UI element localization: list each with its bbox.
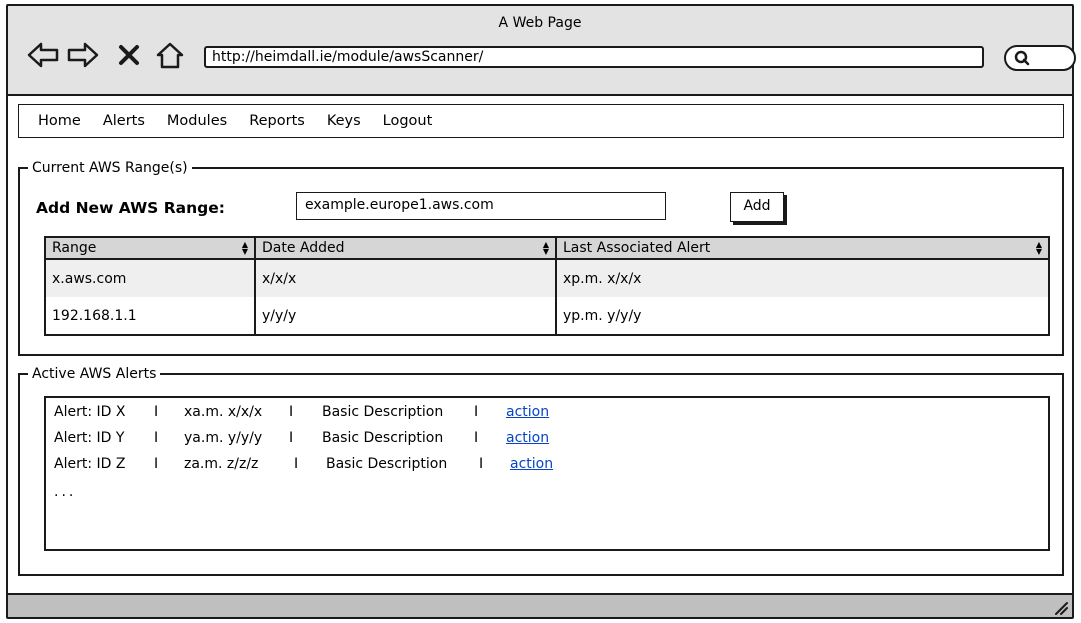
menu-item-reports[interactable]: Reports <box>249 113 305 129</box>
sort-icon[interactable]: ▲ ▼ <box>242 241 248 256</box>
alert-description: Basic Description <box>322 430 444 446</box>
ranges-table: Range ▲ ▼ Date Added ▲ ▼ Last Associated A… <box>44 236 1050 336</box>
separator: I <box>479 456 484 472</box>
cell-range: 192.168.1.1 <box>45 297 256 335</box>
address-bar-url: http://heimdall.ie/module/awsScanner/ <box>212 49 484 65</box>
menu-item-keys[interactable]: Keys <box>327 113 361 129</box>
forward-arrow-icon[interactable] <box>66 40 100 70</box>
cell-date-added: x/x/x <box>255 259 557 297</box>
separator: I <box>154 456 159 472</box>
column-header-date-added[interactable]: Date Added ▲ ▼ <box>255 237 557 260</box>
range-input[interactable]: example.europe1.aws.com <box>296 192 666 220</box>
menu-item-alerts[interactable]: Alerts <box>103 113 145 129</box>
column-header-range[interactable]: Range ▲ ▼ <box>45 237 256 260</box>
menu-item-logout[interactable]: Logout <box>383 113 433 129</box>
add-range-label: Add New AWS Range: <box>36 199 225 217</box>
column-header-label: Range <box>52 240 97 256</box>
more-indicator: ... <box>54 484 77 500</box>
search-icon <box>1014 50 1030 66</box>
table-row[interactable]: 192.168.1.1 y/y/y yp.m. y/y/y <box>45 297 1049 335</box>
column-header-last-alert[interactable]: Last Associated Alert ▲ ▼ <box>556 237 1049 260</box>
alert-action-link[interactable]: action <box>506 404 549 420</box>
separator: I <box>289 430 294 446</box>
window-title: A Web Page <box>498 15 582 31</box>
separator: I <box>154 404 159 420</box>
column-header-label: Last Associated Alert <box>563 240 711 256</box>
main-menu: Home Alerts Modules Reports Keys Logout <box>18 104 1064 138</box>
address-bar[interactable]: http://heimdall.ie/module/awsScanner/ <box>204 46 984 68</box>
alert-id: Alert: ID X <box>54 404 126 420</box>
separator: I <box>474 430 479 446</box>
aws-alerts-legend: Active AWS Alerts <box>32 366 157 382</box>
cell-date-added: y/y/y <box>255 297 557 335</box>
back-arrow-icon[interactable] <box>26 40 60 70</box>
browser-toolbar: A Web Page http://heimdall.ie/module/aws… <box>8 6 1076 96</box>
alert-action-link[interactable]: action <box>506 430 549 446</box>
close-icon[interactable] <box>118 44 140 66</box>
sort-icon[interactable]: ▲ ▼ <box>543 241 549 256</box>
sort-icon[interactable]: ▲ ▼ <box>1036 241 1042 256</box>
alert-action-link[interactable]: action <box>510 456 553 472</box>
alert-id: Alert: ID Y <box>54 430 125 446</box>
add-range-button[interactable]: Add <box>730 192 784 222</box>
cell-last-alert: yp.m. y/y/y <box>563 307 642 324</box>
aws-ranges-legend: Current AWS Range(s) <box>32 160 188 176</box>
table-header-row: Range ▲ ▼ Date Added ▲ ▼ Last Associated A… <box>45 237 1049 260</box>
home-icon[interactable] <box>154 40 186 70</box>
alert-description: Basic Description <box>322 404 444 420</box>
separator: I <box>474 404 479 420</box>
alerts-list: Alert: ID X I xa.m. x/x/x I Basic Descri… <box>44 396 1050 551</box>
search-box[interactable] <box>1004 45 1076 71</box>
column-header-label: Date Added <box>262 240 345 256</box>
alert-time: xa.m. x/x/x <box>184 404 263 420</box>
alert-id: Alert: ID Z <box>54 456 126 472</box>
separator: I <box>154 430 159 446</box>
alert-time: za.m. z/z/z <box>184 456 259 472</box>
cell-last-alert: xp.m. x/x/x <box>556 259 1049 297</box>
separator: I <box>289 404 294 420</box>
menu-item-modules[interactable]: Modules <box>167 113 227 129</box>
table-row[interactable]: x.aws.com x/x/x xp.m. x/x/x <box>45 259 1049 297</box>
alert-time: ya.m. y/y/y <box>184 430 263 446</box>
separator: I <box>294 456 299 472</box>
resize-grip-icon[interactable] <box>1054 601 1068 615</box>
menu-item-home[interactable]: Home <box>38 113 81 129</box>
status-bar <box>8 593 1072 617</box>
alert-description: Basic Description <box>326 456 448 472</box>
cell-range: x.aws.com <box>45 259 256 297</box>
